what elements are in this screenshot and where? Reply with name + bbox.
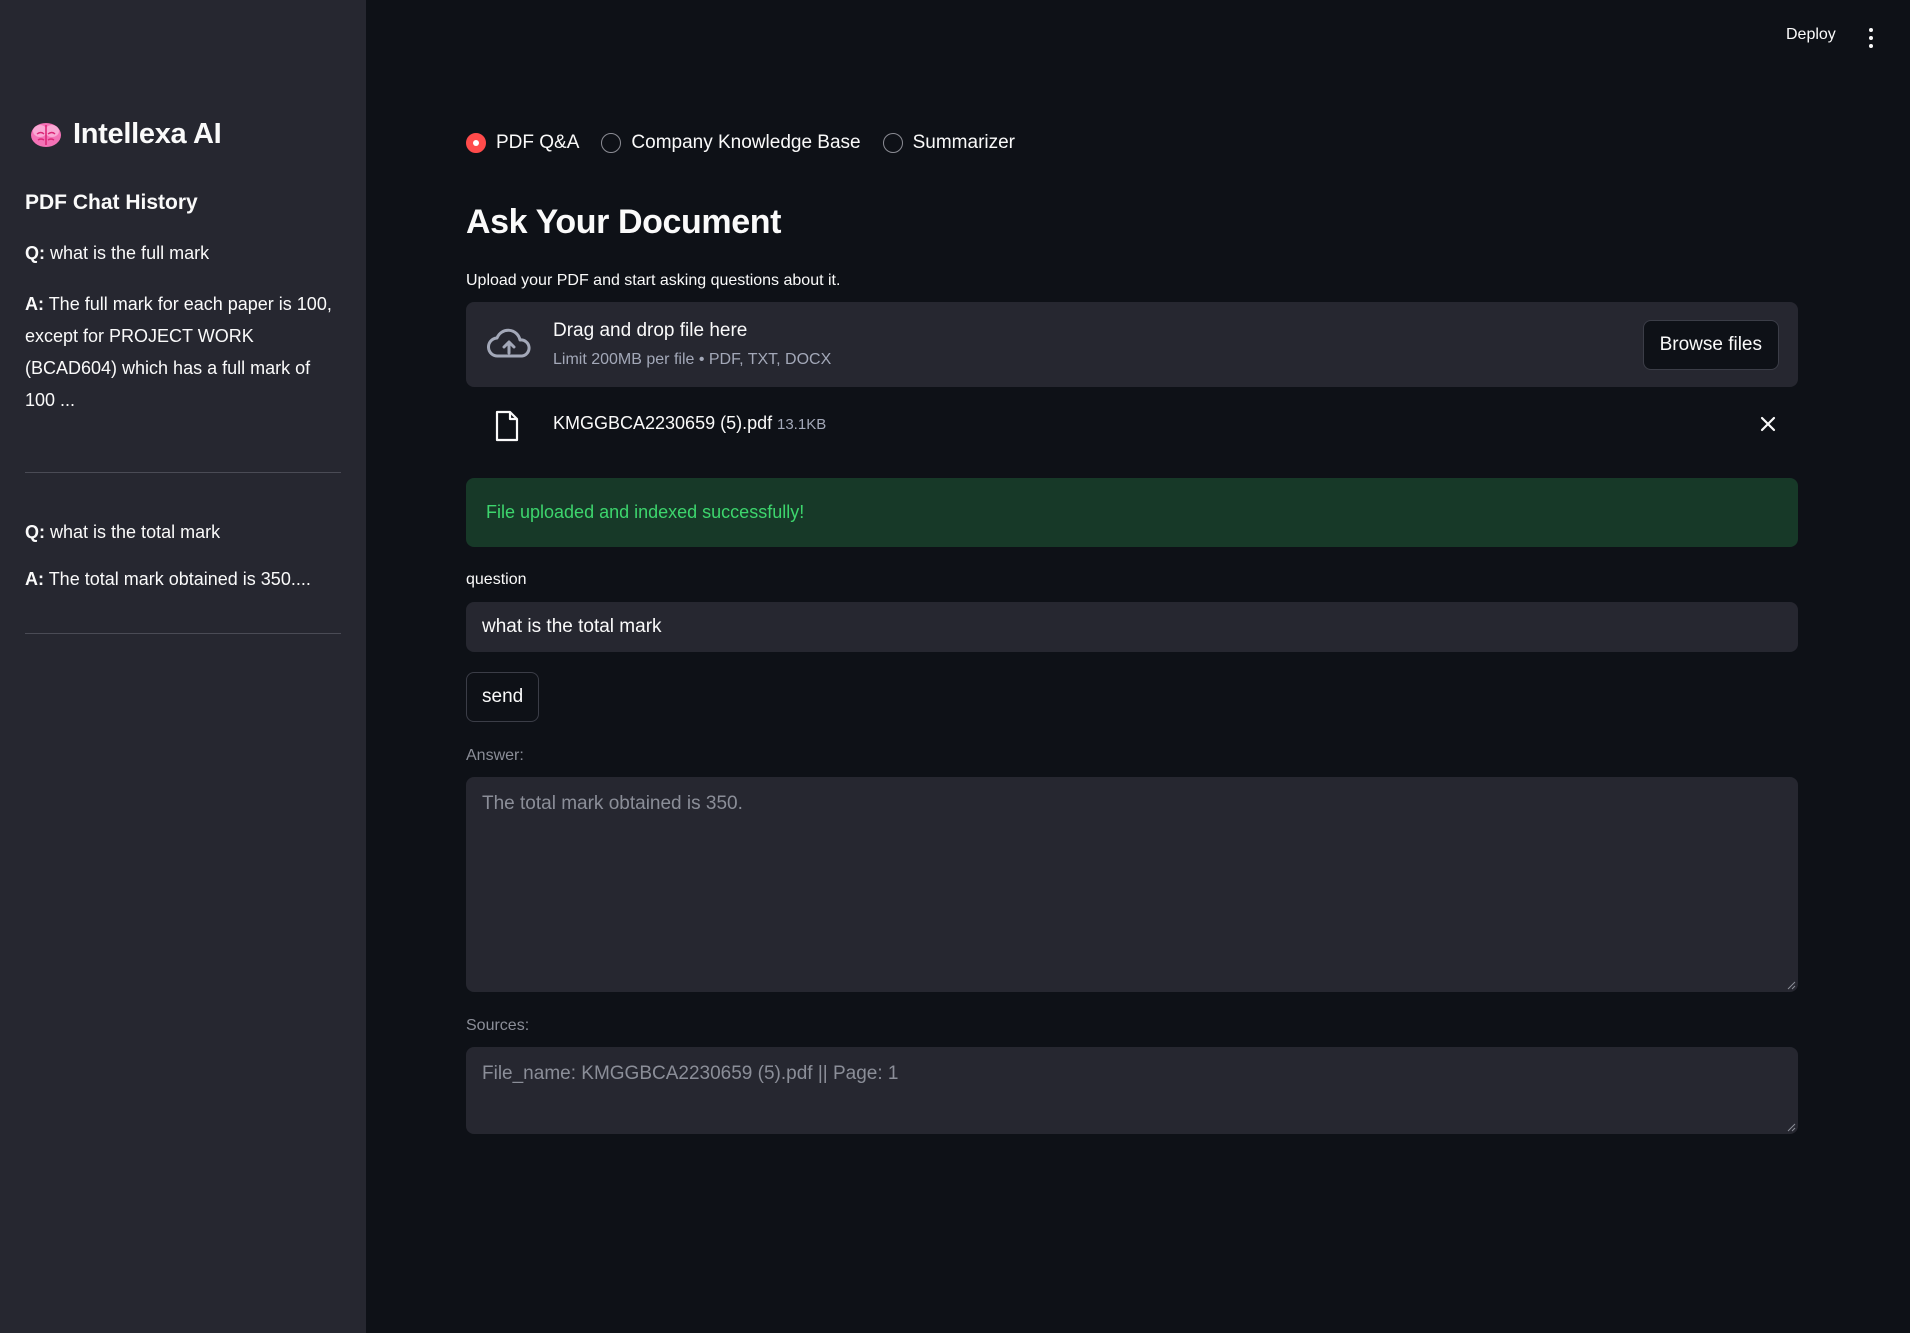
upload-label: Upload your PDF and start asking questio… bbox=[466, 272, 841, 289]
history-list: Q: what is the full mark A: The full mar… bbox=[25, 238, 341, 678]
mode-radio-group: PDF Q&A Company Knowledge Base Summarize… bbox=[466, 132, 1015, 154]
radio-company-knowledge-base[interactable]: Company Knowledge Base bbox=[601, 132, 861, 154]
resize-grip-icon[interactable] bbox=[1787, 981, 1796, 990]
history-item: Q: what is the full mark A: The full mar… bbox=[25, 238, 341, 473]
brand: Intellexa AI bbox=[29, 118, 222, 151]
answer-text: The total mark obtained is 350.... bbox=[48, 569, 311, 589]
brain-icon bbox=[31, 122, 61, 147]
history-question: Q: what is the full mark bbox=[25, 238, 341, 268]
history-title: PDF Chat History bbox=[25, 191, 198, 214]
file-icon bbox=[495, 410, 519, 442]
cloud-upload-icon bbox=[487, 328, 531, 358]
answer-text: The full mark for each paper is 100, exc… bbox=[25, 294, 332, 410]
radio-summarizer[interactable]: Summarizer bbox=[882, 132, 1016, 154]
answer-prefix: A: bbox=[25, 294, 44, 314]
answer-text: The total mark obtained is 350. bbox=[482, 793, 743, 814]
close-icon[interactable] bbox=[1758, 414, 1778, 434]
browse-files-button[interactable]: Browse files bbox=[1642, 320, 1779, 370]
history-answer: A: The full mark for each paper is 100, … bbox=[25, 288, 341, 416]
sidebar: Intellexa AI PDF Chat History Q: what is… bbox=[0, 0, 366, 1333]
success-alert: File uploaded and indexed successfully! bbox=[466, 478, 1798, 547]
history-divider bbox=[25, 633, 341, 634]
sources-label: Sources: bbox=[466, 1017, 530, 1034]
radio-button-selected[interactable] bbox=[466, 133, 486, 153]
app-title: Intellexa AI bbox=[73, 118, 222, 150]
history-answer: A: The total mark obtained is 350.... bbox=[25, 563, 341, 595]
radio-button[interactable] bbox=[601, 133, 622, 153]
question-text: what is the total mark bbox=[50, 522, 221, 542]
file-name: KMGGBCA2230659 (5).pdf bbox=[553, 413, 773, 433]
radio-label: PDF Q&A bbox=[496, 132, 580, 153]
radio-label: Summarizer bbox=[912, 132, 1016, 153]
sources-textarea[interactable]: File_name: KMGGBCA2230659 (5).pdf || Pag… bbox=[466, 1047, 1798, 1134]
question-text: what is the full mark bbox=[50, 243, 210, 263]
resize-grip-icon[interactable] bbox=[1787, 1123, 1796, 1132]
question-label: question bbox=[466, 571, 527, 588]
answer-textarea[interactable]: The total mark obtained is 350. bbox=[466, 777, 1798, 992]
send-button[interactable]: send bbox=[466, 672, 540, 722]
history-divider bbox=[25, 472, 341, 473]
radio-button[interactable] bbox=[882, 133, 903, 153]
page-title: Ask Your Document bbox=[466, 203, 782, 241]
main-content: PDF Q&A Company Knowledge Base Summarize… bbox=[466, 0, 1798, 1333]
radio-pdf-qa[interactable]: PDF Q&A bbox=[466, 132, 579, 154]
more-vertical-icon[interactable] bbox=[1862, 26, 1880, 50]
app-window: Intellexa AI PDF Chat History Q: what is… bbox=[0, 0, 1910, 1333]
uploaded-file-row: KMGGBCA2230659 (5).pdf 13.1KB bbox=[466, 404, 1798, 450]
question-prefix: Q: bbox=[25, 243, 45, 263]
radio-label: Company Knowledge Base bbox=[631, 132, 861, 153]
question-prefix: Q: bbox=[25, 522, 45, 542]
history-question: Q: what is the total mark bbox=[25, 517, 341, 547]
answer-prefix: A: bbox=[25, 569, 44, 589]
sources-text: File_name: KMGGBCA2230659 (5).pdf || Pag… bbox=[482, 1063, 899, 1084]
file-dropzone[interactable]: Drag and drop file here Limit 200MB per … bbox=[466, 302, 1798, 387]
dropzone-title: Drag and drop file here bbox=[553, 320, 748, 341]
file-size: 13.1KB bbox=[777, 416, 827, 433]
question-input[interactable] bbox=[466, 602, 1798, 652]
dropzone-subtitle: Limit 200MB per file • PDF, TXT, DOCX bbox=[553, 351, 832, 368]
history-item: Q: what is the total mark A: The total m… bbox=[25, 517, 341, 634]
answer-label: Answer: bbox=[466, 747, 524, 764]
